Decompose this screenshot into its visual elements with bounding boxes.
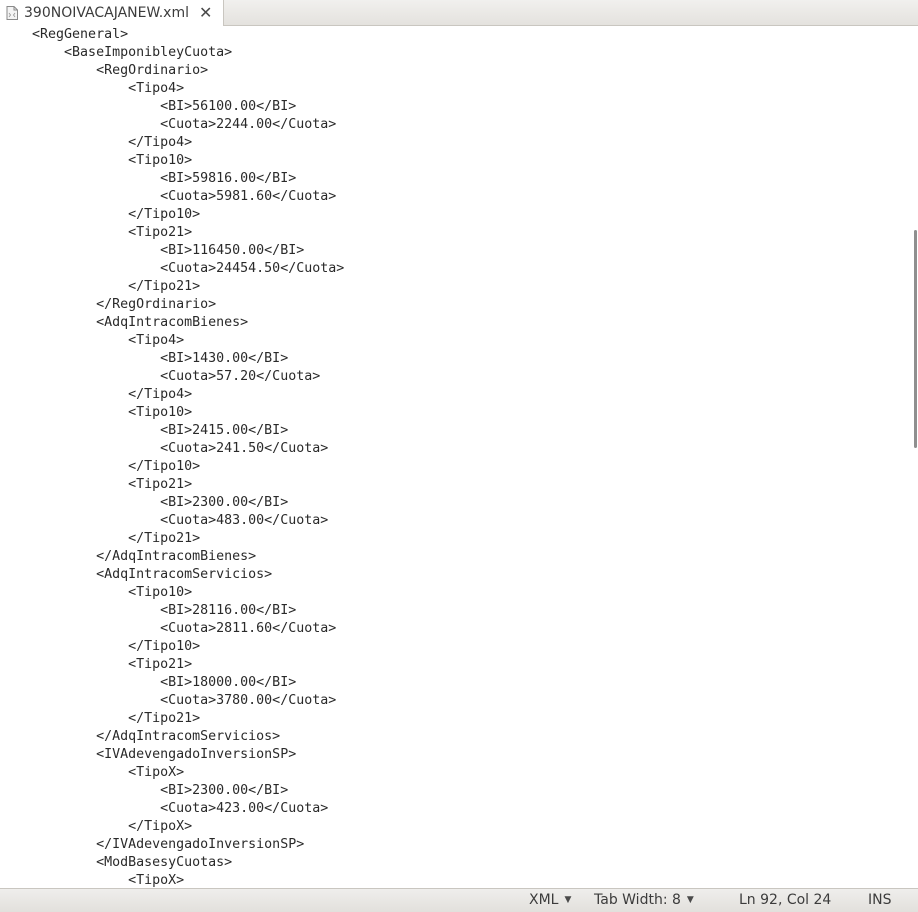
code-line: <Tipo21> (0, 477, 193, 492)
code-line: <Cuota>5981.60</Cuota> (0, 189, 337, 204)
tab-width-label: Tab Width: 8 (594, 892, 681, 908)
code-line: </Tipo10> (0, 459, 201, 474)
code-line: <BI>28116.00</BI> (0, 603, 297, 618)
code-line: <TipoX> (0, 873, 185, 888)
code-line: <AdqIntracomBienes> (0, 315, 249, 330)
code-line: <Cuota>24454.50</Cuota> (0, 261, 345, 276)
language-label: XML (529, 892, 559, 908)
text-editor-window: 390NOIVACAJANEW.xml ✕ <RegGeneral> <Base… (0, 0, 918, 912)
code-line: <Tipo10> (0, 405, 193, 420)
tab-390noivacajanew-xml[interactable]: 390NOIVACAJANEW.xml ✕ (0, 0, 224, 26)
code-line: </Tipo21> (0, 711, 201, 726)
insert-mode: INS (868, 892, 892, 908)
code-line: <Tipo4> (0, 81, 185, 96)
code-text: <RegGeneral> <BaseImponibleyCuota> <RegO… (0, 26, 344, 888)
cursor-position: Ln 92, Col 24 (739, 892, 831, 908)
code-line: <TipoX> (0, 765, 185, 780)
code-line: </Tipo10> (0, 207, 201, 222)
cursor-position-label: Ln 92, Col 24 (739, 892, 832, 908)
close-icon[interactable]: ✕ (199, 5, 212, 21)
code-line: <BI>2300.00</BI> (0, 783, 289, 798)
insert-mode-label: INS (868, 892, 892, 908)
code-line: <Cuota>483.00</Cuota> (0, 513, 329, 528)
tab-label: 390NOIVACAJANEW.xml (24, 5, 189, 21)
code-editor[interactable]: <RegGeneral> <BaseImponibleyCuota> <RegO… (0, 26, 912, 888)
status-bar: XML ▼ Tab Width: 8 ▼ Ln 92, Col 24 INS (0, 888, 918, 912)
code-line: <Cuota>241.50</Cuota> (0, 441, 329, 456)
code-line: <Cuota>423.00</Cuota> (0, 801, 329, 816)
code-line: <Tipo21> (0, 657, 193, 672)
code-line: </AdqIntracomBienes> (0, 549, 257, 564)
tab-width-selector[interactable]: Tab Width: 8 ▼ (594, 892, 694, 908)
code-line: <Tipo10> (0, 153, 193, 168)
code-line: </AdqIntracomServicios> (0, 729, 281, 744)
code-line: <IVAdevengadoInversionSP> (0, 747, 297, 762)
chevron-down-icon: ▼ (686, 895, 694, 905)
code-line: </Tipo4> (0, 135, 193, 150)
code-line: <BI>2300.00</BI> (0, 495, 289, 510)
vertical-scrollbar[interactable] (912, 26, 918, 888)
code-line: <BI>2415.00</BI> (0, 423, 289, 438)
code-line: <Tipo4> (0, 333, 185, 348)
code-line: </TipoX> (0, 819, 193, 834)
chevron-down-icon: ▼ (564, 895, 572, 905)
code-line: <Tipo10> (0, 585, 193, 600)
code-line: </Tipo10> (0, 639, 201, 654)
code-line: <Cuota>2244.00</Cuota> (0, 117, 337, 132)
code-line: </Tipo4> (0, 387, 193, 402)
file-icon (6, 6, 18, 20)
code-line: </RegOrdinario> (0, 297, 217, 312)
tab-bar: 390NOIVACAJANEW.xml ✕ (0, 0, 918, 26)
code-line: </Tipo21> (0, 531, 201, 546)
code-line: <BI>1430.00</BI> (0, 351, 289, 366)
code-line: <BI>56100.00</BI> (0, 99, 297, 114)
code-line: <BI>18000.00</BI> (0, 675, 297, 690)
code-line: <RegOrdinario> (0, 63, 209, 78)
code-line: <AdqIntracomServicios> (0, 567, 273, 582)
language-selector[interactable]: XML ▼ (529, 892, 571, 908)
code-line: <BI>116450.00</BI> (0, 243, 305, 258)
code-line: </IVAdevengadoInversionSP> (0, 837, 305, 852)
code-line: <Cuota>3780.00</Cuota> (0, 693, 337, 708)
code-line: <RegGeneral> (0, 27, 129, 42)
code-line: </Tipo21> (0, 279, 201, 294)
scrollbar-thumb[interactable] (914, 230, 917, 448)
code-line: <BI>59816.00</BI> (0, 171, 297, 186)
code-line: <BaseImponibleyCuota> (0, 45, 233, 60)
code-line: <Cuota>57.20</Cuota> (0, 369, 321, 384)
code-line: <Cuota>2811.60</Cuota> (0, 621, 337, 636)
code-line: <ModBasesyCuotas> (0, 855, 233, 870)
code-line: <Tipo21> (0, 225, 193, 240)
